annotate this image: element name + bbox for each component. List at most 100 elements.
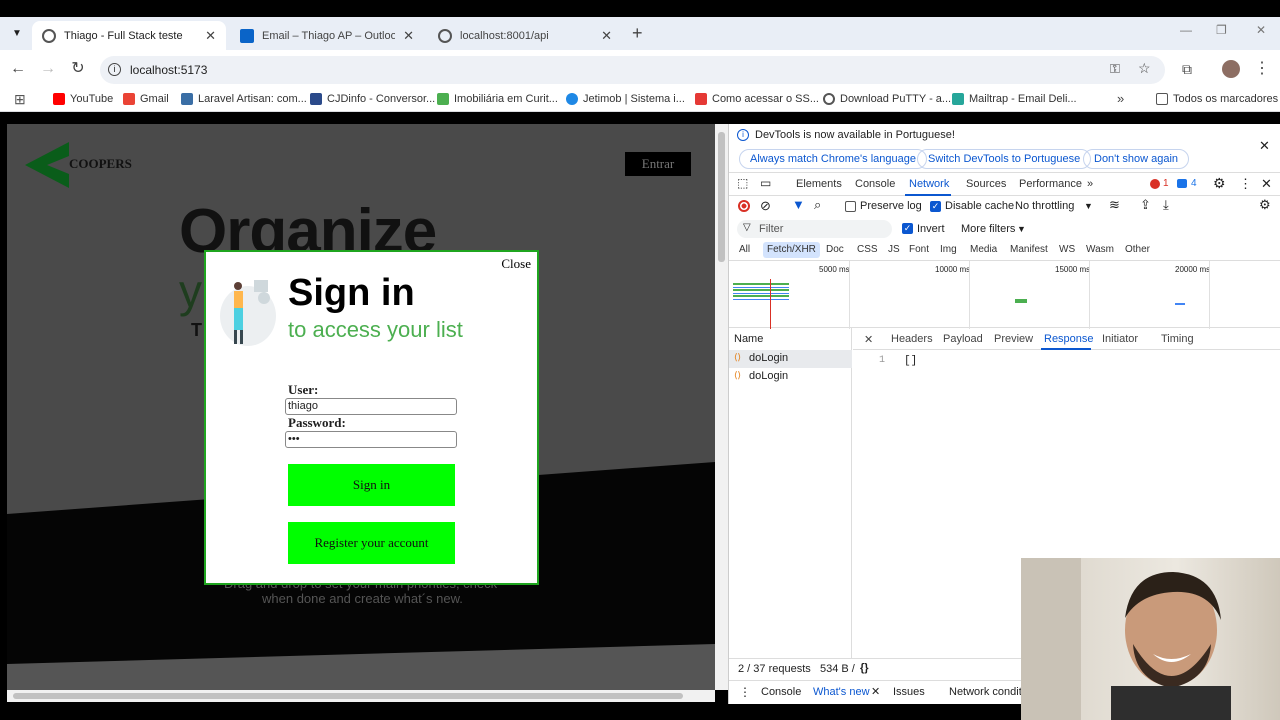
tab-performance[interactable]: Performance — [1019, 178, 1082, 190]
drawer-tab-network-conditions[interactable]: Network conditi — [949, 686, 1024, 698]
bookmark-item[interactable]: Imobiliária em Curit... — [437, 93, 558, 105]
tab-console[interactable]: Console — [855, 178, 895, 190]
filter-chip[interactable]: Img — [936, 242, 961, 258]
filter-toggle-icon[interactable]: ▼ — [792, 197, 805, 212]
filter-chip[interactable]: Manifest — [1006, 242, 1052, 258]
request-row[interactable]: ⟨⟩ doLogin — [729, 368, 852, 386]
close-tab-icon[interactable]: ✕ — [601, 28, 612, 44]
horizontal-scrollbar[interactable] — [7, 690, 715, 702]
drawer-tab-close-icon[interactable]: ✕ — [871, 685, 880, 698]
clear-icon[interactable]: ⊘ — [760, 198, 771, 214]
extensions-button[interactable]: ⧉ — [1177, 60, 1197, 78]
braces-icon[interactable]: {} — [860, 662, 869, 674]
tab-timing[interactable]: Timing — [1161, 333, 1194, 345]
filter-input[interactable]: ▽ Filter — [737, 220, 892, 238]
restore-button[interactable]: ❐ — [1216, 23, 1227, 37]
tab-preview[interactable]: Preview — [994, 333, 1033, 345]
close-button[interactable]: Close — [501, 256, 531, 272]
bookmark-item[interactable]: Gmail — [123, 93, 169, 105]
reload-button[interactable]: ↻ — [68, 60, 88, 78]
device-toolbar-icon[interactable]: ▭ — [760, 176, 771, 190]
filter-chip[interactable]: JS — [884, 242, 904, 258]
message-icon[interactable] — [1177, 179, 1187, 188]
browser-tab[interactable]: Thiago - Full Stack teste ✕ — [32, 21, 226, 50]
dont-show-button[interactable]: Don't show again — [1083, 149, 1190, 169]
filter-chip[interactable]: All — [735, 242, 754, 258]
preserve-log-checkbox[interactable] — [845, 201, 856, 212]
search-icon[interactable]: ⌕ — [814, 197, 821, 213]
filter-chip[interactable]: Other — [1121, 242, 1154, 258]
record-icon[interactable] — [738, 200, 750, 212]
tab-search-button[interactable]: ▼ — [8, 25, 26, 43]
filter-chip[interactable]: CSS — [853, 242, 882, 258]
user-input[interactable]: thiago — [285, 398, 457, 415]
error-icon[interactable] — [1150, 179, 1160, 189]
browser-tab[interactable]: Email – Thiago AP – Outlook ✕ — [230, 21, 424, 50]
devtools-close-icon[interactable]: ✕ — [1261, 176, 1272, 192]
key-icon[interactable]: ⚿ — [1110, 61, 1120, 77]
new-tab-button[interactable]: + — [632, 23, 643, 44]
filter-chip[interactable]: Fetch/XHR — [763, 242, 820, 258]
timeline-overview[interactable]: 5000 ms 10000 ms 15000 ms 20000 ms — [729, 260, 1280, 329]
drawer-tab-issues[interactable]: Issues — [893, 686, 925, 698]
settings-gear-icon[interactable]: ⚙ — [1213, 175, 1226, 192]
tab-elements[interactable]: Elements — [796, 178, 842, 190]
network-conditions-icon[interactable]: ≋ — [1109, 197, 1120, 213]
bookmark-item[interactable]: Como acessar o SS... — [695, 93, 819, 105]
filter-chip[interactable]: Doc — [822, 242, 848, 258]
banner-close-icon[interactable]: ✕ — [1259, 138, 1270, 154]
horizontal-scroll-thumb[interactable] — [13, 693, 683, 699]
profile-avatar[interactable] — [1222, 60, 1240, 78]
all-bookmarks[interactable]: Todos os marcadores — [1156, 93, 1278, 105]
bookmark-item[interactable]: CJDinfo - Conversor... — [310, 93, 435, 105]
close-window-button[interactable]: ✕ — [1256, 23, 1266, 37]
bookmark-item[interactable]: YouTube — [53, 93, 113, 105]
star-icon[interactable]: ☆ — [1138, 60, 1151, 77]
match-language-button[interactable]: Always match Chrome's language — [739, 149, 927, 169]
filter-chip[interactable]: WS — [1055, 242, 1079, 258]
filter-chip[interactable]: Media — [966, 242, 1001, 258]
close-tab-icon[interactable]: ✕ — [205, 28, 216, 44]
register-button[interactable]: Register your account — [288, 522, 455, 564]
vertical-scrollbar[interactable] — [715, 124, 728, 690]
tab-payload[interactable]: Payload — [943, 333, 983, 345]
network-settings-icon[interactable]: ⚙ — [1259, 197, 1271, 213]
bookmark-item[interactable]: Mailtrap - Email Deli... — [952, 93, 1077, 105]
drawer-tab-whats-new[interactable]: What's new — [813, 686, 870, 698]
vertical-scroll-thumb[interactable] — [718, 132, 725, 262]
close-details-icon[interactable]: ✕ — [864, 333, 873, 346]
close-tab-icon[interactable]: ✕ — [403, 28, 414, 44]
request-row[interactable]: ⟨⟩ doLogin — [729, 350, 852, 368]
invert-checkbox[interactable]: ✓ — [902, 223, 913, 234]
minimize-button[interactable]: — — [1180, 23, 1192, 37]
bookmark-item[interactable]: Download PuTTY - a... — [823, 93, 951, 105]
more-tabs-icon[interactable]: » — [1087, 178, 1093, 190]
throttling-select[interactable]: No throttling — [1015, 200, 1074, 212]
password-input[interactable]: ••• — [285, 431, 457, 448]
filter-chip[interactable]: Font — [905, 242, 933, 258]
menu-button[interactable]: ⋮ — [1252, 60, 1272, 78]
entrar-button[interactable]: Entrar — [625, 152, 691, 176]
more-bookmarks-icon[interactable]: » — [1117, 91, 1124, 106]
bookmark-item[interactable]: Jetimob | Sistema i... — [566, 93, 685, 105]
tab-network[interactable]: Network — [909, 178, 949, 190]
bookmark-item[interactable]: Laravel Artisan: com... — [181, 93, 307, 105]
drawer-menu-icon[interactable]: ⋮ — [739, 685, 751, 699]
tab-sources[interactable]: Sources — [966, 178, 1006, 190]
signin-button[interactable]: Sign in — [288, 464, 455, 506]
tab-headers[interactable]: Headers — [891, 333, 933, 345]
tab-initiator[interactable]: Initiator — [1102, 333, 1138, 345]
name-column-header[interactable]: Name — [734, 333, 763, 345]
apps-icon[interactable]: ⊞ — [14, 91, 26, 108]
upload-icon[interactable]: ⇪ — [1140, 197, 1151, 213]
download-icon[interactable]: ⤓ — [1163, 197, 1169, 213]
address-bar[interactable]: i localhost:5173 ⚿ ☆ — [100, 56, 1165, 84]
forward-button[interactable]: → — [38, 60, 58, 78]
inspect-icon[interactable]: ⬚ — [737, 176, 748, 190]
tab-response[interactable]: Response — [1044, 333, 1094, 345]
devtools-menu-icon[interactable]: ⋮ — [1239, 176, 1252, 192]
site-info-icon[interactable]: i — [108, 63, 121, 76]
browser-tab[interactable]: localhost:8001/api ✕ — [428, 21, 622, 50]
disable-cache-checkbox[interactable]: ✓ — [930, 201, 941, 212]
back-button[interactable]: ← — [8, 60, 28, 78]
